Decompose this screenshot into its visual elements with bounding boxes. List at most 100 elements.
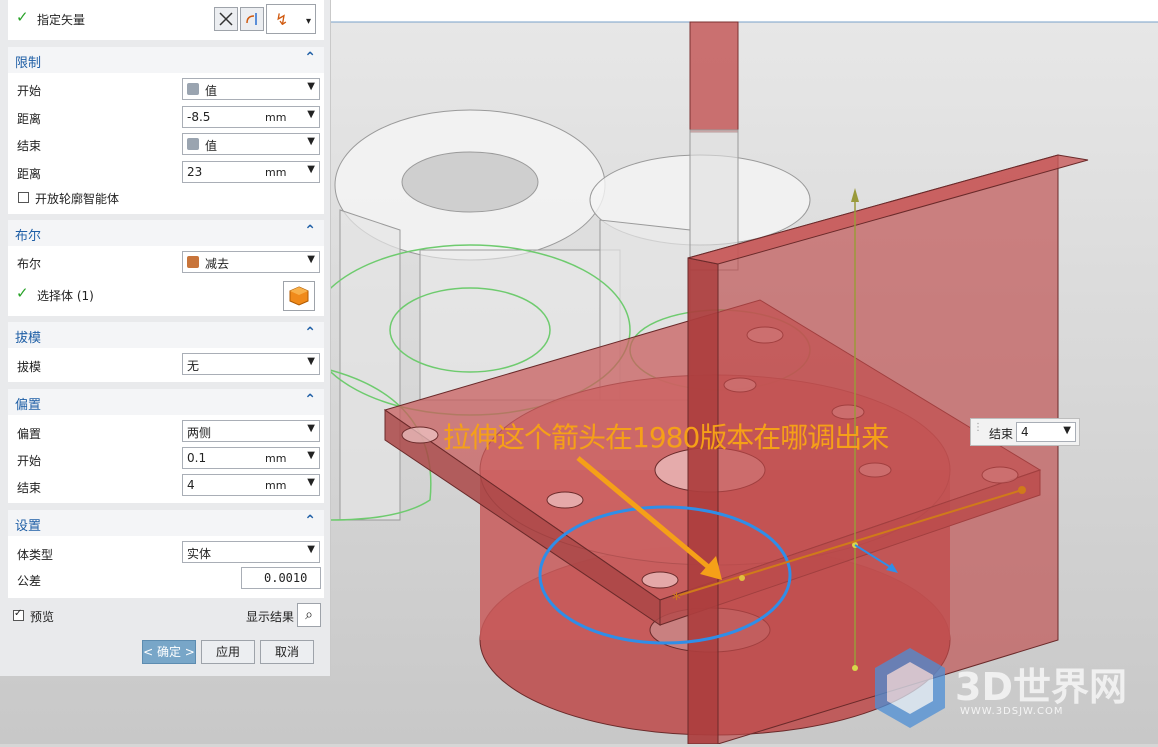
chevron-down-icon: ▼ bbox=[307, 136, 315, 147]
open-profile-checkbox[interactable] bbox=[18, 192, 29, 203]
limits-title: 限制 bbox=[15, 56, 42, 71]
end-popup: ⋮ 结束 4 ▼ bbox=[970, 418, 1080, 446]
boolean-header[interactable]: 布尔 ⌃ bbox=[8, 220, 324, 247]
offset-section: 偏置 两侧 ▼ 开始 0.1 mm ▼ 结束 4 mm ▼ bbox=[8, 415, 324, 503]
offset-end-unit: mm bbox=[265, 479, 287, 492]
chevron-down-icon: ▼ bbox=[307, 477, 315, 488]
ok-button[interactable]: < 确定 > bbox=[142, 640, 196, 664]
body-type-option: 实体 bbox=[187, 547, 212, 561]
chevron-up-icon: ⌃ bbox=[304, 513, 316, 529]
chevron-down-icon: ▼ bbox=[307, 423, 315, 434]
draft-option: 无 bbox=[187, 359, 200, 373]
limits-header[interactable]: 限制 ⌃ bbox=[8, 47, 324, 74]
show-result-button[interactable]: ⌕ bbox=[297, 603, 321, 627]
check-icon: ✓ bbox=[14, 608, 23, 619]
chevron-down-icon: ▼ bbox=[307, 164, 315, 175]
limits-section: 开始 值 ▼ 距离 -8.5 mm ▼ 结束 值 ▼ 距离 23 mm ▼ 开放… bbox=[8, 73, 324, 214]
start-dropdown[interactable]: 值 ▼ bbox=[182, 78, 320, 100]
end-dropdown[interactable]: 值 ▼ bbox=[182, 133, 320, 155]
offset-dropdown[interactable]: 两侧 ▼ bbox=[182, 420, 320, 442]
chevron-up-icon: ⌃ bbox=[304, 50, 316, 66]
end-distance-input[interactable]: 23 mm ▼ bbox=[182, 161, 320, 183]
end-popup-value: 4 bbox=[1021, 425, 1029, 439]
callout-text: 拉伸这个箭头在1980版本在哪调出来 bbox=[443, 421, 889, 454]
preview-checkbox[interactable]: ✓ bbox=[13, 608, 24, 621]
show-result-label: 显示结果 bbox=[246, 610, 295, 624]
chevron-down-icon: ▼ bbox=[307, 544, 315, 555]
select-body-label: 选择体 (1) bbox=[37, 289, 94, 303]
boolean-section: 布尔 减去 ▼ ✓ 选择体 (1) bbox=[8, 246, 324, 316]
solid-body-icon bbox=[289, 286, 309, 306]
vector-label: 指定矢量 bbox=[37, 13, 86, 27]
lightning-arrow-icon: ↯ bbox=[275, 10, 289, 29]
cancel-button[interactable]: 取消 bbox=[260, 640, 314, 664]
start-distance-unit: mm bbox=[265, 111, 287, 124]
boolean-title: 布尔 bbox=[15, 229, 42, 244]
select-body-button[interactable] bbox=[283, 281, 315, 311]
value-cube-icon bbox=[187, 83, 199, 95]
drag-handle-icon[interactable]: ⋮ bbox=[973, 422, 983, 433]
offset-start-input[interactable]: 0.1 mm ▼ bbox=[182, 447, 320, 469]
offset-header[interactable]: 偏置 ⌃ bbox=[8, 389, 324, 416]
subtract-icon bbox=[187, 256, 199, 268]
magnifier-icon: ⌕ bbox=[305, 607, 313, 623]
offset-start-value: 0.1 bbox=[187, 451, 207, 465]
chevron-down-icon: ▼ bbox=[307, 81, 315, 92]
start-distance-input[interactable]: -8.5 mm ▼ bbox=[182, 106, 320, 128]
end-label: 结束 bbox=[17, 139, 42, 153]
vector-section: ✓ 指定矢量 ↯ ▾ bbox=[8, 0, 324, 40]
draft-label: 拔模 bbox=[17, 360, 42, 374]
chevron-up-icon: ⌃ bbox=[304, 325, 316, 341]
draft-dropdown[interactable]: 无 ▼ bbox=[182, 353, 320, 375]
watermark-url: WWW.3DSJW.COM bbox=[960, 706, 1064, 717]
end-distance-value: 23 bbox=[187, 165, 203, 179]
apply-button[interactable]: 应用 bbox=[201, 640, 255, 664]
extrude-arrow-handle bbox=[1018, 486, 1026, 494]
settings-title: 设置 bbox=[15, 519, 42, 534]
open-profile-label: 开放轮廓智能体 bbox=[35, 192, 120, 206]
tolerance-value: 0.0010 bbox=[264, 571, 308, 585]
start-label: 开始 bbox=[17, 84, 42, 98]
offset-label: 偏置 bbox=[17, 427, 42, 441]
settings-section: 体类型 实体 ▼ 公差 0.0010 bbox=[8, 536, 324, 598]
reverse-vector-button[interactable] bbox=[214, 7, 238, 31]
offset-start-label: 开始 bbox=[17, 454, 42, 468]
tolerance-input[interactable]: 0.0010 bbox=[241, 567, 321, 589]
start-distance-label: 距离 bbox=[17, 112, 42, 126]
preview-label: 预览 bbox=[30, 610, 55, 624]
check-icon: ✓ bbox=[16, 8, 29, 26]
svg-text:*: * bbox=[672, 589, 681, 610]
draft-title: 拔模 bbox=[15, 331, 42, 346]
vector-dialog-button[interactable] bbox=[240, 7, 264, 31]
value-cube-icon bbox=[187, 138, 199, 150]
boolean-label: 布尔 bbox=[17, 257, 42, 271]
body-type-dropdown[interactable]: 实体 ▼ bbox=[182, 541, 320, 563]
extrude-dialog: ✓ 指定矢量 ↯ ▾ 限制 ⌃ 开始 值 ▼ 距离 -8.5 mm ▼ 结束 值… bbox=[0, 0, 331, 676]
boolean-dropdown[interactable]: 减去 ▼ bbox=[182, 251, 320, 273]
start-distance-value: -8.5 bbox=[187, 110, 211, 124]
boolean-option: 减去 bbox=[205, 257, 230, 271]
offset-option: 两侧 bbox=[187, 426, 212, 440]
end-option: 值 bbox=[205, 139, 218, 153]
chevron-up-icon: ⌃ bbox=[304, 392, 316, 408]
vector-inference-dropdown[interactable]: ↯ ▾ bbox=[266, 4, 316, 34]
end-distance-unit: mm bbox=[265, 166, 287, 179]
chevron-down-icon: ▾ bbox=[305, 16, 311, 27]
chevron-down-icon: ▼ bbox=[1063, 425, 1071, 436]
end-popup-label: 结束 bbox=[989, 427, 1014, 441]
draft-section: 拔模 无 ▼ bbox=[8, 348, 324, 382]
settings-header[interactable]: 设置 ⌃ bbox=[8, 510, 324, 537]
offset-end-input[interactable]: 4 mm ▼ bbox=[182, 474, 320, 496]
chevron-down-icon: ▼ bbox=[307, 254, 315, 265]
end-popup-dropdown[interactable]: 4 ▼ bbox=[1016, 422, 1076, 442]
offset-end-label: 结束 bbox=[17, 481, 42, 495]
draft-header[interactable]: 拔模 ⌃ bbox=[8, 322, 324, 349]
body-type-label: 体类型 bbox=[17, 548, 54, 562]
watermark-text: 3D世界网 bbox=[955, 665, 1127, 709]
cross-arrows-icon bbox=[219, 12, 233, 26]
start-option: 值 bbox=[205, 84, 218, 98]
offset-end-value: 4 bbox=[187, 478, 195, 492]
tolerance-label: 公差 bbox=[17, 574, 42, 588]
vector-icon bbox=[246, 13, 257, 25]
chevron-down-icon: ▼ bbox=[307, 450, 315, 461]
